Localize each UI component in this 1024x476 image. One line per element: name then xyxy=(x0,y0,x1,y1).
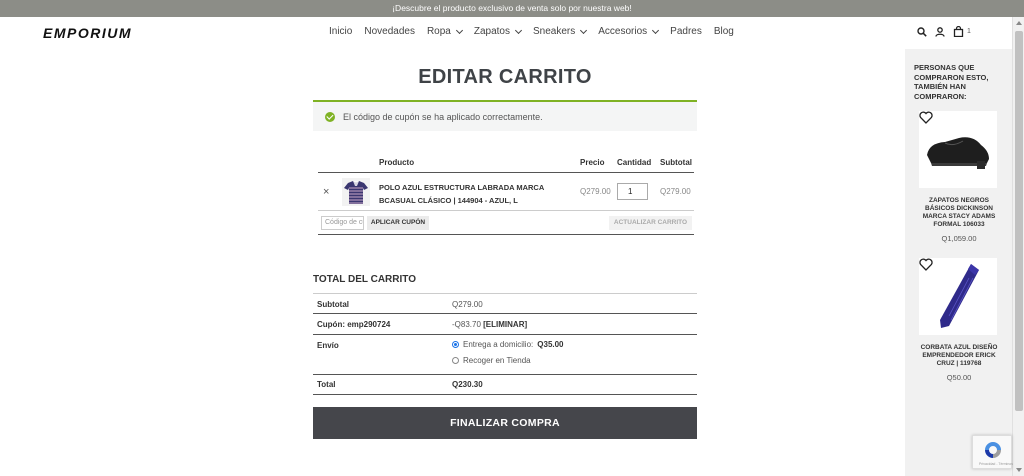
total-value: Q230.30 xyxy=(452,380,483,389)
chevron-down-icon xyxy=(514,26,523,34)
coupon-discount-row: Cupón: emp290724 -Q83.70 [ELIMINAR] xyxy=(313,314,697,335)
related-product-name[interactable]: ZAPATOS NEGROS BÁSICOS DICKINSON MARCA S… xyxy=(914,197,1004,229)
recaptcha-text: Privacidad - Términos xyxy=(979,462,1013,466)
total-row: Total Q230.30 xyxy=(313,375,697,395)
related-product-card[interactable]: ZAPATOS NEGROS BÁSICOS DICKINSON MARCA S… xyxy=(914,111,1004,243)
nav-item-ropa[interactable]: Ropa xyxy=(426,26,463,37)
user-icon[interactable] xyxy=(935,26,945,37)
header-subtotal: Subtotal xyxy=(660,158,692,167)
radio-delivery[interactable] xyxy=(452,341,459,348)
product-name-link[interactable]: POLO AZUL ESTRUCTURA LABRADA MARCA BCASU… xyxy=(379,181,544,207)
page-title: EDITAR CARRITO xyxy=(418,66,592,88)
nav-label: Novedades xyxy=(364,26,415,37)
nav-label: Zapatos xyxy=(473,26,510,37)
wishlist-heart-icon[interactable] xyxy=(919,258,933,276)
wishlist-heart-icon[interactable] xyxy=(919,111,933,129)
total-label: Total xyxy=(317,380,336,389)
page-scrollbar[interactable] xyxy=(1012,17,1024,476)
related-product-name[interactable]: CORBATA AZUL DISEÑO EMPRENDEDOR ERICK CR… xyxy=(914,344,1004,368)
checkout-button[interactable]: FINALIZAR COMPRA xyxy=(313,407,697,439)
related-product-card[interactable]: CORBATA AZUL DISEÑO EMPRENDEDOR ERICK CR… xyxy=(914,258,1004,382)
nav-item-inicio[interactable]: Inicio xyxy=(329,26,352,37)
announcement-bar: ¡Descubre el producto exclusivo de venta… xyxy=(0,0,1024,17)
quantity-input[interactable]: 1 xyxy=(617,183,648,200)
delivery-label: Entrega a domicilio: xyxy=(463,340,534,349)
check-circle-icon xyxy=(325,111,335,122)
remove-coupon-link[interactable]: [ELIMINAR] xyxy=(483,320,527,329)
announcement-text: ¡Descubre el producto exclusivo de venta… xyxy=(392,3,632,13)
coupon-discount: -Q83.70 [ELIMINAR] xyxy=(452,320,527,329)
notice-text: El código de cupón se ha aplicado correc… xyxy=(343,111,543,122)
header-icons: 1 xyxy=(917,26,971,37)
delivery-price: Q35.00 xyxy=(537,340,564,349)
recaptcha-badge[interactable]: Privacidad - Términos xyxy=(972,435,1013,469)
subtotal-value: Q279.00 xyxy=(452,300,483,309)
header-price: Precio xyxy=(580,158,605,167)
update-cart-button[interactable]: ACTUALIZAR CARRITO xyxy=(609,216,692,230)
subtotal-row: Subtotal Q279.00 xyxy=(313,293,697,314)
nav-label: Sneakers xyxy=(533,26,576,37)
item-subtotal: Q279.00 xyxy=(660,187,691,196)
related-product-price: Q1,059.00 xyxy=(941,234,977,243)
radio-pickup[interactable] xyxy=(452,357,459,364)
nav-label: Blog xyxy=(713,26,734,37)
nav-label: Accesorios xyxy=(598,26,648,37)
shipping-row: Envío Entrega a domicilio: Q35.00 Recoge… xyxy=(313,335,697,375)
coupon-input[interactable]: Código de cupón xyxy=(321,216,364,230)
nav-label: Ropa xyxy=(426,26,451,37)
main-nav: Inicio Novedades Ropa Zapatos Sneakers A… xyxy=(329,26,734,37)
pickup-label: Recoger en Tienda xyxy=(463,356,531,365)
chevron-down-icon xyxy=(455,26,463,34)
cart-table: Producto Precio Cantidad Subtotal × POLO… xyxy=(318,152,694,235)
coupon-label: Cupón: emp290724 xyxy=(317,320,391,329)
cart-count-badge: 1 xyxy=(967,28,971,35)
search-icon[interactable] xyxy=(917,26,927,37)
cart-totals-title: TOTAL DEL CARRITO xyxy=(313,274,416,285)
header-product: Producto xyxy=(379,158,415,167)
apply-coupon-button[interactable]: APLICAR CUPÓN xyxy=(367,216,429,230)
nav-item-blog[interactable]: Blog xyxy=(714,26,734,37)
scroll-up-arrow-icon[interactable] xyxy=(1016,21,1022,25)
subtotal-label: Subtotal xyxy=(317,300,349,309)
chevron-down-icon xyxy=(580,26,588,34)
shipping-option-pickup[interactable]: Recoger en Tienda xyxy=(452,356,531,365)
item-price: Q279.00 xyxy=(580,187,611,196)
coupon-row: Código de cupón APLICAR CUPÓN ACTUALIZAR… xyxy=(318,211,694,235)
cart-totals-table: Subtotal Q279.00 Cupón: emp290724 -Q83.7… xyxy=(313,293,697,395)
nav-item-padres[interactable]: Padres xyxy=(670,26,702,37)
scrollbar-thumb[interactable] xyxy=(1015,31,1023,411)
bag-icon[interactable] xyxy=(953,26,964,37)
nav-item-zapatos[interactable]: Zapatos xyxy=(473,26,523,37)
shipping-label: Envío xyxy=(317,341,339,350)
related-products-sidebar: PERSONAS QUE COMPRARON ESTO, TAMBIÉN HAN… xyxy=(905,49,1012,476)
site-header: EMPORIUM Inicio Novedades Ropa Zapatos S… xyxy=(0,17,1012,49)
nav-item-novedades[interactable]: Novedades xyxy=(364,26,415,37)
sidebar-title: PERSONAS QUE COMPRARON ESTO, TAMBIÉN HAN… xyxy=(914,63,989,101)
success-notice: El código de cupón se ha aplicado correc… xyxy=(313,100,697,131)
nav-item-sneakers[interactable]: Sneakers xyxy=(533,26,588,37)
product-thumbnail[interactable] xyxy=(342,178,370,206)
cart-item-row: × POLO AZUL ESTRUCTURA LABRADA MARCA BCA… xyxy=(318,173,694,211)
nav-item-accesorios[interactable]: Accesorios xyxy=(598,26,660,37)
related-product-price: Q50.00 xyxy=(946,373,972,382)
nav-label: Inicio xyxy=(329,26,353,37)
header-quantity: Cantidad xyxy=(617,158,652,167)
coupon-discount-value: -Q83.70 xyxy=(452,320,481,329)
scroll-down-arrow-icon[interactable] xyxy=(1016,468,1022,472)
brand-logo[interactable]: EMPORIUM xyxy=(43,25,132,41)
cart-table-header: Producto Precio Cantidad Subtotal xyxy=(318,152,694,173)
nav-label: Padres xyxy=(670,26,702,37)
remove-item-button[interactable]: × xyxy=(323,186,329,198)
recaptcha-icon xyxy=(985,442,1001,458)
chevron-down-icon xyxy=(652,26,660,34)
shipping-option-delivery[interactable]: Entrega a domicilio: Q35.00 xyxy=(452,340,564,349)
